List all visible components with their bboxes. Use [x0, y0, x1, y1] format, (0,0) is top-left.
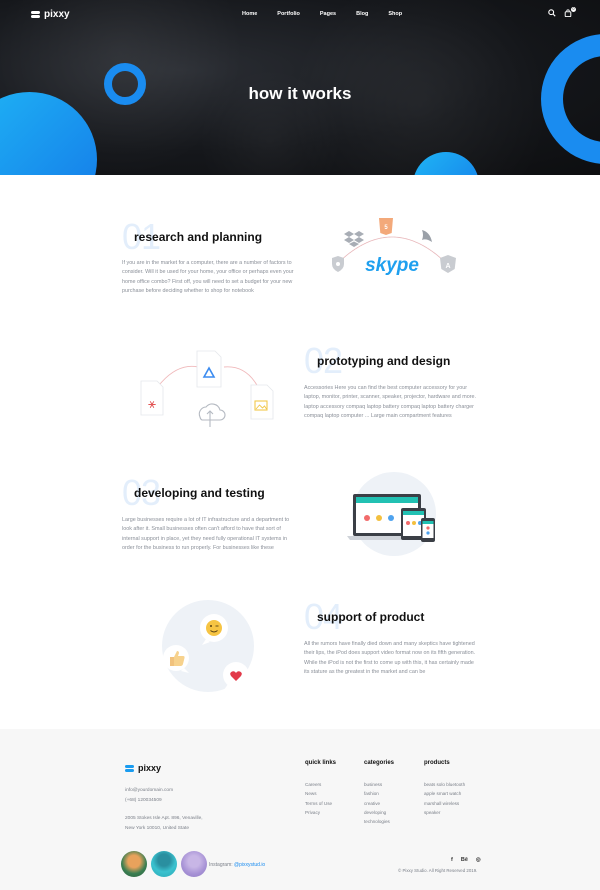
address-line: 2005 Stokes Isle Apt. 896, Venaville,: [125, 816, 203, 821]
footer-contact: info@yourdomain.com (+68) 120034509: [125, 786, 173, 805]
instagram-handle[interactable]: @pixxystud.io: [234, 862, 265, 868]
footer-column-heading: quick links: [305, 760, 337, 766]
footer-link[interactable]: developing: [364, 808, 394, 817]
svg-text:A: A: [445, 263, 450, 270]
site-footer: [0, 729, 600, 890]
footer-address: 2005 Stokes Isle Apt. 896, Venaville, Ne…: [125, 814, 203, 833]
footer-link[interactable]: Terms of Use: [305, 799, 336, 808]
main-menu: Home Portfolio Pages Blog Shop: [242, 11, 422, 17]
nav-item-portfolio[interactable]: Portfolio: [277, 11, 300, 17]
search-icon[interactable]: [548, 9, 556, 19]
file-types-illustration: ⚹: [138, 349, 278, 434]
footer-link[interactable]: Privacy: [305, 808, 336, 817]
footer-brand-logo[interactable]: pixxy: [125, 763, 161, 773]
logo-icon: [31, 10, 40, 19]
tech-logos-illustration: 5 A skype: [322, 212, 462, 292]
instagram-thumbnail[interactable]: [181, 851, 207, 877]
footer-column-quick-links: quick links Careers News Terms of Use Pr…: [305, 760, 336, 817]
logo-icon: [125, 764, 134, 773]
footer-link[interactable]: speaker: [424, 808, 465, 817]
nav-item-shop[interactable]: Shop: [388, 11, 402, 17]
footer-link[interactable]: marshall wireless: [424, 799, 465, 808]
skype-logo-text: skype: [365, 255, 419, 276]
page-title: how it works: [248, 84, 352, 103]
nav-item-pages[interactable]: Pages: [320, 11, 336, 17]
dribbble-icon[interactable]: ◎: [476, 857, 481, 863]
footer-column-heading: products: [424, 760, 450, 766]
footer-link[interactable]: apple smart watch: [424, 789, 465, 798]
step-description: All the rumors have finally died down an…: [304, 641, 476, 675]
step-description: If you are in the market for a computer,…: [122, 260, 294, 294]
footer-brand-name: pixxy: [138, 763, 162, 773]
step-description: Accessories Here you can find the best c…: [304, 385, 476, 419]
facebook-icon[interactable]: f: [451, 857, 453, 863]
instagram-thumbnail[interactable]: [121, 851, 147, 877]
nav-icons: 0: [548, 7, 576, 19]
footer-link[interactable]: Careers: [305, 780, 336, 789]
footer-link[interactable]: creative: [364, 799, 394, 808]
footer-column-categories: categories business fashion creative dev…: [364, 760, 394, 826]
behance-icon[interactable]: Bē: [461, 857, 468, 863]
copyright-text: © Pixxy Studio. All Right Reserved 2019.: [398, 868, 478, 873]
instagram-thumbnail[interactable]: [151, 851, 177, 877]
footer-link[interactable]: fashion: [364, 789, 394, 798]
nav-item-home[interactable]: Home: [242, 11, 257, 17]
footer-email[interactable]: info@yourdomain.com: [125, 786, 173, 796]
instagram-link: Instagram: @pixxystud.io: [209, 862, 265, 868]
step-title: research and planning: [134, 230, 263, 244]
step-title: support of product: [317, 610, 425, 624]
footer-link[interactable]: beats solo bluetooth: [424, 780, 465, 789]
hero-banner: pixxy Home Portfolio Pages Blog Shop 0 h…: [0, 0, 600, 175]
instagram-label: Instagram:: [209, 862, 233, 868]
social-links: f Bē ◎: [451, 857, 481, 863]
footer-link[interactable]: News: [305, 789, 336, 798]
address-line: New York 10010, United State: [125, 825, 190, 831]
footer-column-heading: categories: [364, 760, 395, 766]
responsive-devices-illustration: [347, 490, 442, 545]
footer-phone[interactable]: (+68) 120034509: [125, 796, 173, 806]
brand-name: pixxy: [44, 9, 70, 20]
cart-count-badge: 0: [571, 7, 576, 12]
step-title: developing and testing: [134, 486, 265, 500]
step-description: Large businesses require a lot of IT inf…: [122, 517, 290, 551]
footer-column-products: products beats solo bluetooth apple smar…: [424, 760, 465, 817]
instagram-thumbnails: [121, 851, 207, 877]
footer-link[interactable]: business: [364, 780, 394, 789]
footer-link[interactable]: technologies: [364, 817, 394, 826]
cart-icon[interactable]: 0: [564, 7, 576, 19]
svg-text:⚹: ⚹: [148, 397, 156, 412]
nav-item-blog[interactable]: Blog: [356, 11, 368, 17]
top-navigation: pixxy Home Portfolio Pages Blog Shop 0: [0, 0, 600, 28]
chat-reactions-illustration: [158, 608, 258, 692]
brand-logo[interactable]: pixxy: [31, 9, 70, 20]
step-title: prototyping and design: [317, 354, 451, 368]
